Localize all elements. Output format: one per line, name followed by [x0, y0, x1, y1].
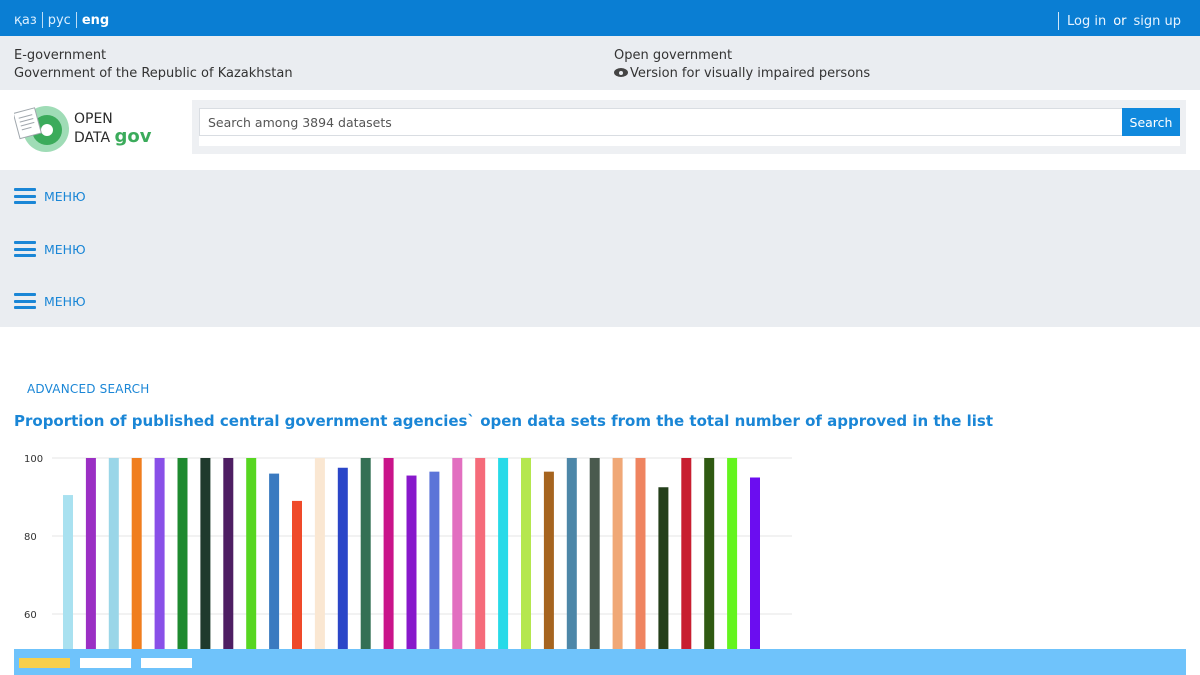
chart-bar[interactable]	[704, 458, 715, 651]
menu-toggle-2[interactable]: МЕНЮ	[14, 241, 86, 257]
chart-bar[interactable]	[681, 458, 692, 651]
menu-label: МЕНЮ	[44, 293, 86, 309]
top-bar: қаз рус eng Log in or sign up	[0, 0, 1200, 36]
or-text: or	[1113, 13, 1127, 29]
chart-bar[interactable]	[131, 458, 142, 651]
search-button[interactable]: Search	[1122, 108, 1180, 136]
info-left: E-government Government of the Republic …	[14, 47, 293, 83]
search-panel: Search	[192, 100, 1186, 154]
chart-bar[interactable]	[292, 500, 302, 651]
chart-bar[interactable]	[108, 458, 119, 651]
chart-bar[interactable]	[589, 458, 600, 651]
footer-tab-1[interactable]	[19, 658, 70, 668]
chart-bar[interactable]	[314, 458, 325, 651]
footer-tab-2[interactable]	[80, 658, 131, 668]
chart-bar[interactable]	[635, 458, 646, 651]
egov-link[interactable]: E-government	[14, 47, 293, 65]
eye-icon	[614, 68, 628, 77]
signup-link[interactable]: sign up	[1134, 14, 1182, 29]
lang-divider	[75, 12, 77, 28]
chart-bar[interactable]	[543, 471, 554, 651]
header: OPEN DATA gov Search	[0, 90, 1200, 170]
logo-gov-word: gov	[114, 126, 152, 147]
chart-bar[interactable]	[612, 458, 623, 651]
footer-strip	[14, 649, 1186, 675]
chart-bar[interactable]	[429, 471, 440, 651]
y-tick-label: 80	[24, 532, 37, 543]
chart-bar[interactable]	[246, 458, 257, 651]
open-data-logo[interactable]: OPEN DATA gov	[12, 102, 174, 154]
chart-bar[interactable]	[498, 458, 509, 651]
menu-panel: МЕНЮ МЕНЮ МЕНЮ	[0, 170, 1200, 327]
lang-rus[interactable]: рус	[48, 13, 71, 28]
lang-eng[interactable]: eng	[82, 13, 109, 28]
auth-links: Log in or sign up	[1057, 12, 1182, 30]
language-switcher: қаз рус eng	[14, 12, 109, 28]
chart-bar[interactable]	[383, 458, 394, 651]
chart-bar[interactable]	[85, 458, 96, 651]
chart-bar[interactable]	[63, 495, 73, 651]
chart-bar[interactable]	[750, 477, 760, 652]
chart-bar[interactable]	[658, 487, 669, 651]
info-right: Open government Version for visually imp…	[614, 47, 870, 83]
chart-bar[interactable]	[406, 475, 417, 651]
visually-impaired-link[interactable]: Version for visually impaired persons	[614, 65, 870, 83]
chart-bar[interactable]	[177, 458, 188, 651]
menu-toggle-1[interactable]: МЕНЮ	[14, 188, 86, 204]
advanced-search-link[interactable]: ADVANCED SEARCH	[27, 382, 149, 396]
auth-divider	[1057, 12, 1059, 30]
menu-toggle-3[interactable]: МЕНЮ	[14, 293, 86, 309]
logo-text: OPEN DATA gov	[74, 110, 152, 147]
logo-line-2: DATA gov	[74, 128, 152, 147]
chart-bar[interactable]	[475, 458, 486, 651]
search-input[interactable]	[199, 108, 1123, 136]
hamburger-icon	[14, 188, 36, 204]
bar-chart: 100 80 60	[14, 446, 804, 651]
login-link[interactable]: Log in	[1067, 14, 1106, 29]
info-bar: E-government Government of the Republic …	[0, 36, 1200, 90]
y-tick-label: 60	[24, 610, 37, 621]
chart-bar[interactable]	[337, 467, 348, 651]
y-tick-label: 100	[24, 454, 43, 465]
chart-bar[interactable]	[727, 458, 738, 651]
chart-bar[interactable]	[154, 458, 165, 651]
chart-bar[interactable]	[269, 473, 280, 651]
chart-bar[interactable]	[452, 458, 463, 651]
chart-bar[interactable]	[223, 458, 234, 651]
chart-bar[interactable]	[200, 458, 211, 651]
menu-label: МЕНЮ	[44, 188, 86, 204]
government-link[interactable]: Government of the Republic of Kazakhstan	[14, 65, 293, 83]
bar-chart-svg: 100 80 60	[24, 454, 792, 652]
menu-label: МЕНЮ	[44, 241, 86, 257]
open-government-link[interactable]: Open government	[614, 47, 870, 65]
search-panel-strip	[199, 136, 1180, 146]
logo-data-word: DATA	[74, 130, 111, 146]
chart-title: Proportion of published central governme…	[14, 412, 994, 430]
chart-bar[interactable]	[521, 458, 531, 651]
chart-bar[interactable]	[360, 458, 371, 651]
footer-tab-3[interactable]	[141, 658, 192, 668]
lang-divider	[41, 12, 43, 28]
hamburger-icon	[14, 241, 36, 257]
visually-impaired-label: Version for visually impaired persons	[630, 66, 871, 81]
hamburger-icon	[14, 293, 36, 309]
logo-graphic-icon	[12, 106, 69, 152]
lang-kaz[interactable]: қаз	[14, 13, 37, 28]
chart-bar[interactable]	[566, 458, 577, 651]
